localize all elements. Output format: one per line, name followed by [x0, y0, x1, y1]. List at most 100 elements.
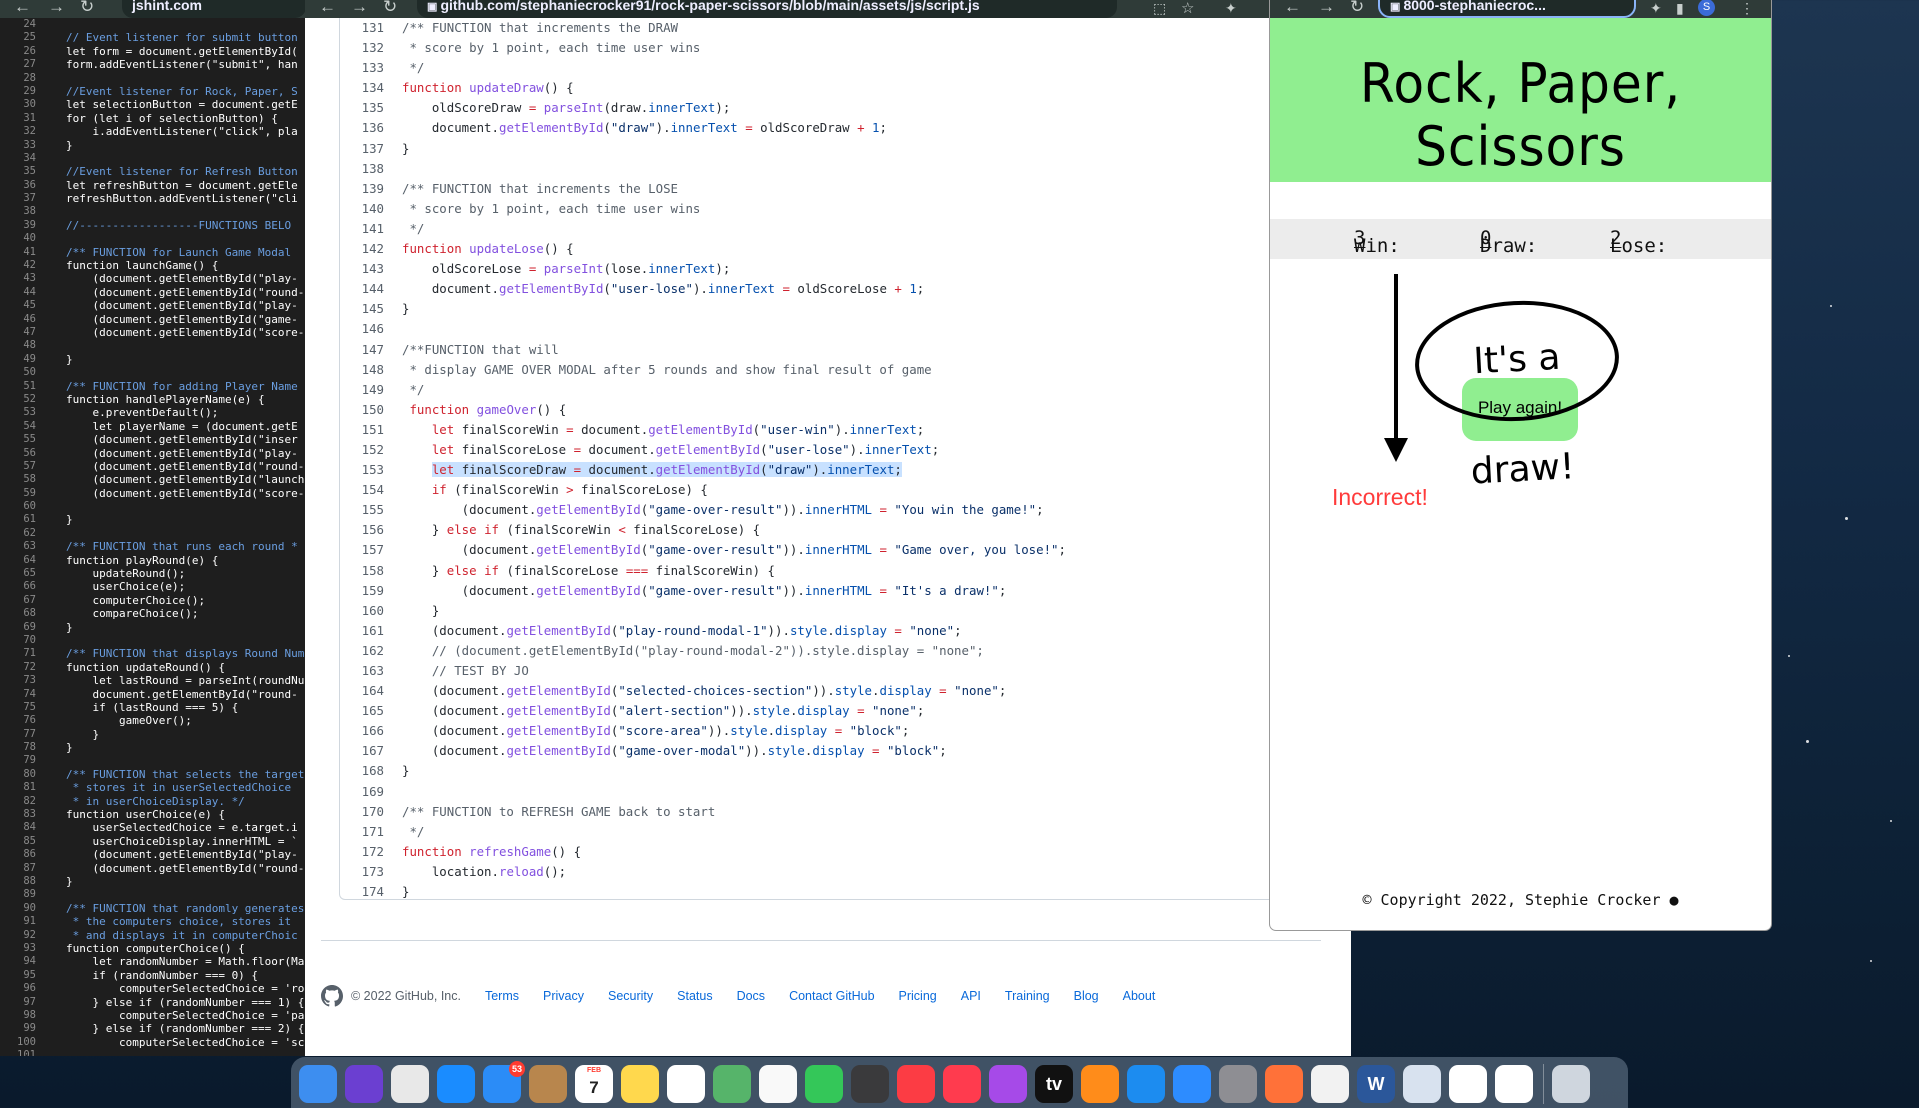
back-icon[interactable]: ←	[1284, 0, 1301, 17]
line-number[interactable]: 134	[340, 78, 384, 98]
line-number[interactable]: 131	[340, 18, 384, 38]
line-number[interactable]: 147	[340, 340, 384, 360]
news-icon[interactable]	[943, 1065, 981, 1103]
line-number[interactable]: 156	[340, 520, 384, 540]
forward-icon[interactable]: →	[48, 0, 65, 17]
reload-icon[interactable]: ↻	[80, 0, 94, 17]
reload-icon[interactable]: ↻	[383, 0, 397, 17]
line-number[interactable]: 166	[340, 721, 384, 741]
line-number[interactable]: 171	[340, 822, 384, 842]
safari-icon[interactable]	[437, 1065, 475, 1103]
back-icon[interactable]: ←	[319, 0, 336, 17]
code-editor[interactable]: 24 25// Event listener for submit button 2…	[0, 18, 306, 1056]
forward-icon[interactable]: →	[351, 0, 368, 17]
footer-link-pricing[interactable]: Pricing	[899, 989, 937, 1003]
emoji-icon[interactable]	[1495, 1065, 1533, 1103]
share-icon[interactable]: ⬚	[1153, 0, 1166, 17]
footer-link-security[interactable]: Security	[608, 989, 653, 1003]
calendar-icon[interactable]: 7 FEB	[575, 1065, 613, 1103]
line-number[interactable]: 143	[340, 259, 384, 279]
line-number[interactable]: 170	[340, 802, 384, 822]
zoom-icon[interactable]	[1173, 1065, 1211, 1103]
line-number[interactable]: 163	[340, 661, 384, 681]
finder-icon[interactable]	[299, 1065, 337, 1103]
address-bar[interactable]: jshint.com	[122, 0, 306, 18]
screenshot-icon[interactable]	[851, 1065, 889, 1103]
podcasts-icon[interactable]	[989, 1065, 1027, 1103]
line-number[interactable]: 152	[340, 440, 384, 460]
footer-link-privacy[interactable]: Privacy	[543, 989, 584, 1003]
line-number[interactable]: 133	[340, 58, 384, 78]
line-number[interactable]: 144	[340, 279, 384, 299]
maps-icon[interactable]	[713, 1065, 751, 1103]
system-preferences-icon[interactable]	[1219, 1065, 1257, 1103]
line-number[interactable]: 165	[340, 701, 384, 721]
word-icon[interactable]: W	[1357, 1065, 1395, 1103]
appstore-icon[interactable]	[1127, 1065, 1165, 1103]
line-number[interactable]: 136	[340, 118, 384, 138]
line-number[interactable]: 145	[340, 299, 384, 319]
line-number[interactable]: 167	[340, 741, 384, 761]
forward-icon[interactable]: →	[1318, 0, 1335, 17]
footer-link-about[interactable]: About	[1123, 989, 1156, 1003]
back-icon[interactable]: ←	[14, 0, 31, 17]
slack-icon[interactable]	[1449, 1065, 1487, 1103]
line-number[interactable]: 148	[340, 360, 384, 380]
footer-link-training[interactable]: Training	[1005, 989, 1050, 1003]
extensions-icon[interactable]: ✦	[1225, 0, 1237, 17]
profile-avatar[interactable]: S	[1698, 0, 1715, 16]
footer-link-docs[interactable]: Docs	[737, 989, 765, 1003]
firefox-icon[interactable]	[1265, 1065, 1303, 1103]
trash-icon[interactable]	[1552, 1065, 1590, 1103]
line-number[interactable]: 158	[340, 561, 384, 581]
chrome-icon[interactable]	[1311, 1065, 1349, 1103]
line-number[interactable]: 150	[340, 400, 384, 420]
books-icon[interactable]	[1081, 1065, 1119, 1103]
line-number[interactable]: 159	[340, 581, 384, 601]
launchpad-icon[interactable]	[391, 1065, 429, 1103]
siri-icon[interactable]	[345, 1065, 383, 1103]
footer-link-terms[interactable]: Terms	[485, 989, 519, 1003]
github-logo-icon[interactable]	[321, 985, 343, 1007]
line-number[interactable]: 172	[340, 842, 384, 862]
messages-icon[interactable]	[805, 1065, 843, 1103]
line-number[interactable]: 169	[340, 782, 384, 802]
line-number[interactable]: 153	[340, 460, 384, 480]
line-number[interactable]: 155	[340, 500, 384, 520]
bookmark-star-icon[interactable]: ☆	[1181, 0, 1194, 17]
line-number[interactable]: 164	[340, 681, 384, 701]
line-number[interactable]: 151	[340, 420, 384, 440]
code-lines[interactable]: 131 /** FUNCTION that increments the DRAW…	[340, 18, 1306, 899]
line-number[interactable]: 168	[340, 761, 384, 781]
footer-link-api[interactable]: API	[961, 989, 981, 1003]
line-number[interactable]: 142	[340, 239, 384, 259]
tv-icon[interactable]: tv	[1035, 1065, 1073, 1103]
line-number[interactable]: 137	[340, 139, 384, 159]
address-bar[interactable]: ▣ github.com/stephaniecrocker91/rock-pap…	[417, 0, 1117, 18]
line-number[interactable]: 157	[340, 540, 384, 560]
puzzle-icon[interactable]: ✦	[1650, 0, 1662, 17]
photos-icon[interactable]	[759, 1065, 797, 1103]
line-number[interactable]: 174	[340, 882, 384, 899]
address-bar[interactable]: ▣ 8000-stephaniecroc...	[1378, 0, 1636, 18]
line-number[interactable]: 173	[340, 862, 384, 882]
notes-icon[interactable]	[621, 1065, 659, 1103]
menu-icon[interactable]: ⋮	[1740, 0, 1754, 17]
footer-link-blog[interactable]: Blog	[1074, 989, 1099, 1003]
line-number[interactable]: 146	[340, 319, 384, 339]
sidebar-icon[interactable]: ▮	[1676, 0, 1684, 17]
preview-icon[interactable]	[1403, 1065, 1441, 1103]
footer-link-status[interactable]: Status	[677, 989, 712, 1003]
line-number[interactable]: 141	[340, 219, 384, 239]
line-number[interactable]: 140	[340, 199, 384, 219]
line-number[interactable]: 154	[340, 480, 384, 500]
github-icon[interactable]: ●	[1670, 891, 1679, 909]
music-icon[interactable]	[897, 1065, 935, 1103]
reload-icon[interactable]: ↻	[1350, 0, 1364, 17]
footer-link-contact-github[interactable]: Contact GitHub	[789, 989, 874, 1003]
line-number[interactable]: 161	[340, 621, 384, 641]
line-number[interactable]: 135	[340, 98, 384, 118]
line-number[interactable]: 139	[340, 179, 384, 199]
contacts-icon[interactable]	[529, 1065, 567, 1103]
line-number[interactable]: 149	[340, 380, 384, 400]
